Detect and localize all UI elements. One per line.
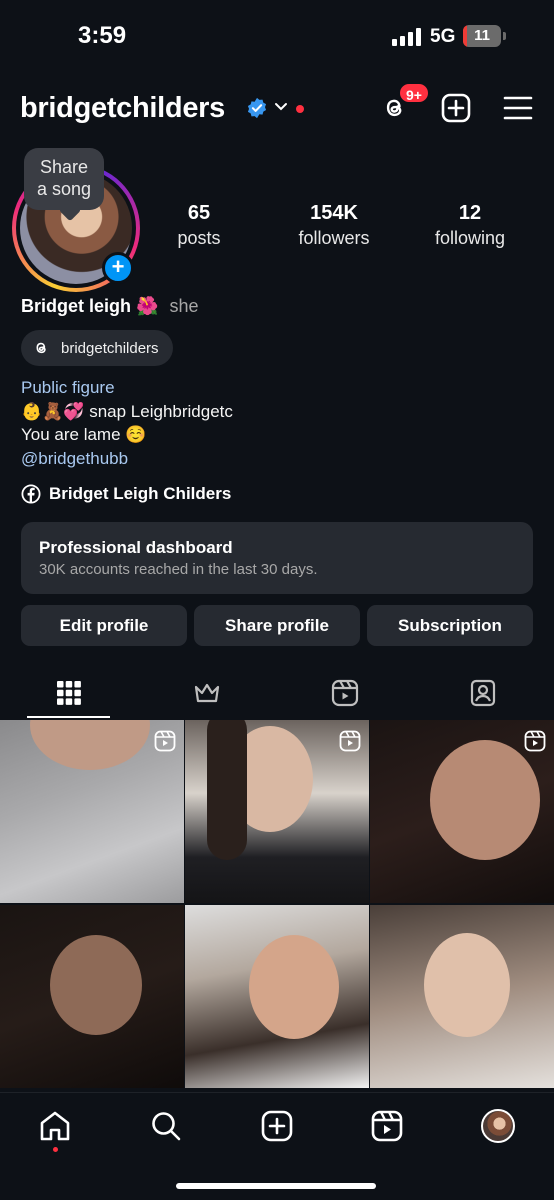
post-thumbnail[interactable] — [370, 905, 554, 1088]
profile-tabs — [0, 668, 554, 718]
subscription-button[interactable]: Subscription — [367, 605, 533, 646]
stat-value: 154K — [310, 202, 358, 224]
post-subject — [430, 740, 540, 860]
reel-badge-icon — [524, 730, 546, 752]
song-bubble-line2: a song — [36, 179, 92, 199]
dashboard-subtitle: 30K accounts reached in the last 30 days… — [39, 561, 318, 578]
post-grid — [0, 720, 554, 1090]
pronoun: she — [169, 296, 199, 316]
signal-icon — [392, 28, 421, 46]
post-subject — [30, 720, 150, 770]
bio-line: 👶🧸💞 snap Leighbridgetc — [21, 401, 233, 421]
stat-label: followers — [298, 228, 370, 248]
status-time: 3:59 — [78, 22, 127, 49]
display-name-text: Bridget leigh — [21, 296, 132, 316]
battery-percent: 11 — [474, 27, 490, 44]
create-post-icon[interactable] — [440, 92, 472, 124]
home-notification-dot — [53, 1147, 58, 1152]
share-profile-button[interactable]: Share profile — [194, 605, 360, 646]
home-indicator — [176, 1183, 376, 1189]
stat-posts[interactable]: 65 posts — [139, 202, 259, 249]
battery-icon: 11 — [463, 25, 501, 47]
home-icon[interactable] — [38, 1109, 72, 1143]
threads-handle: bridgetchilders — [61, 339, 159, 357]
threads-icon — [36, 342, 46, 354]
tagged-person-icon — [470, 679, 496, 707]
crown-icon — [194, 683, 220, 703]
threads-profile-pill[interactable]: bridgetchilders — [21, 330, 173, 366]
post-thumbnail[interactable] — [0, 905, 184, 1088]
account-notification-dot — [296, 105, 304, 113]
facebook-name: Bridget Leigh Childers — [49, 484, 232, 503]
facebook-link[interactable]: Bridget Leigh Childers — [21, 484, 231, 504]
network-type: 5G — [430, 26, 456, 47]
post-subject — [424, 933, 510, 1037]
reels-icon[interactable] — [370, 1109, 404, 1143]
post-thumbnail[interactable] — [370, 720, 554, 903]
post-thumbnail[interactable] — [185, 905, 369, 1088]
category-label: Public figure — [21, 378, 115, 397]
bio-mention-link[interactable]: @bridgethubb — [21, 447, 233, 471]
professional-dashboard[interactable]: Professional dashboard 30K accounts reac… — [21, 522, 533, 594]
edit-profile-button[interactable]: Edit profile — [21, 605, 187, 646]
verified-badge-icon — [247, 97, 267, 119]
grid-icon — [57, 681, 81, 705]
reel-badge-icon — [339, 730, 361, 752]
tab-grid[interactable] — [0, 668, 138, 718]
stat-label: following — [434, 228, 506, 248]
dashboard-title: Professional dashboard — [39, 538, 233, 557]
display-name: Bridget leigh 🌺 she — [21, 296, 199, 317]
chevron-down-icon[interactable] — [274, 102, 288, 112]
song-bubble-line1: Share — [39, 157, 89, 177]
tab-subscriptions[interactable] — [138, 668, 276, 718]
profile-avatar[interactable] — [481, 1109, 515, 1143]
reel-badge-icon — [154, 730, 176, 752]
status-bar: 3:59 5G 11 — [0, 0, 554, 72]
bio-line: You are lame ☺️ — [21, 425, 147, 444]
name-emoji: 🌺 — [136, 296, 159, 316]
tab-reels[interactable] — [276, 668, 414, 718]
battery-nub — [503, 32, 506, 40]
post-subject — [50, 935, 142, 1035]
create-icon[interactable] — [260, 1109, 294, 1143]
tab-tagged[interactable] — [414, 668, 552, 718]
stat-label: posts — [177, 228, 221, 248]
stat-followers[interactable]: 154K followers — [274, 202, 394, 249]
search-icon[interactable] — [149, 1109, 183, 1143]
threads-badge: 9+ — [398, 82, 430, 104]
bio: Public figure 👶🧸💞 snap Leighbridgetc You… — [21, 376, 233, 470]
post-hair — [207, 720, 247, 860]
share-song-bubble[interactable]: Share a song — [24, 148, 104, 222]
reels-icon — [331, 679, 359, 707]
profile-header: bridgetchilders 9+ — [0, 82, 554, 134]
facebook-icon — [21, 484, 41, 504]
post-thumbnail[interactable] — [185, 720, 369, 903]
post-thumbnail[interactable] — [0, 720, 184, 903]
stat-value: 65 — [187, 202, 211, 224]
username[interactable]: bridgetchilders — [20, 92, 225, 125]
stat-value: 12 — [458, 202, 482, 224]
add-story-button[interactable]: + — [102, 252, 134, 284]
post-subject — [249, 935, 339, 1039]
stat-following[interactable]: 12 following — [410, 202, 530, 249]
active-tab-indicator — [27, 716, 110, 718]
menu-icon[interactable] — [502, 92, 534, 124]
